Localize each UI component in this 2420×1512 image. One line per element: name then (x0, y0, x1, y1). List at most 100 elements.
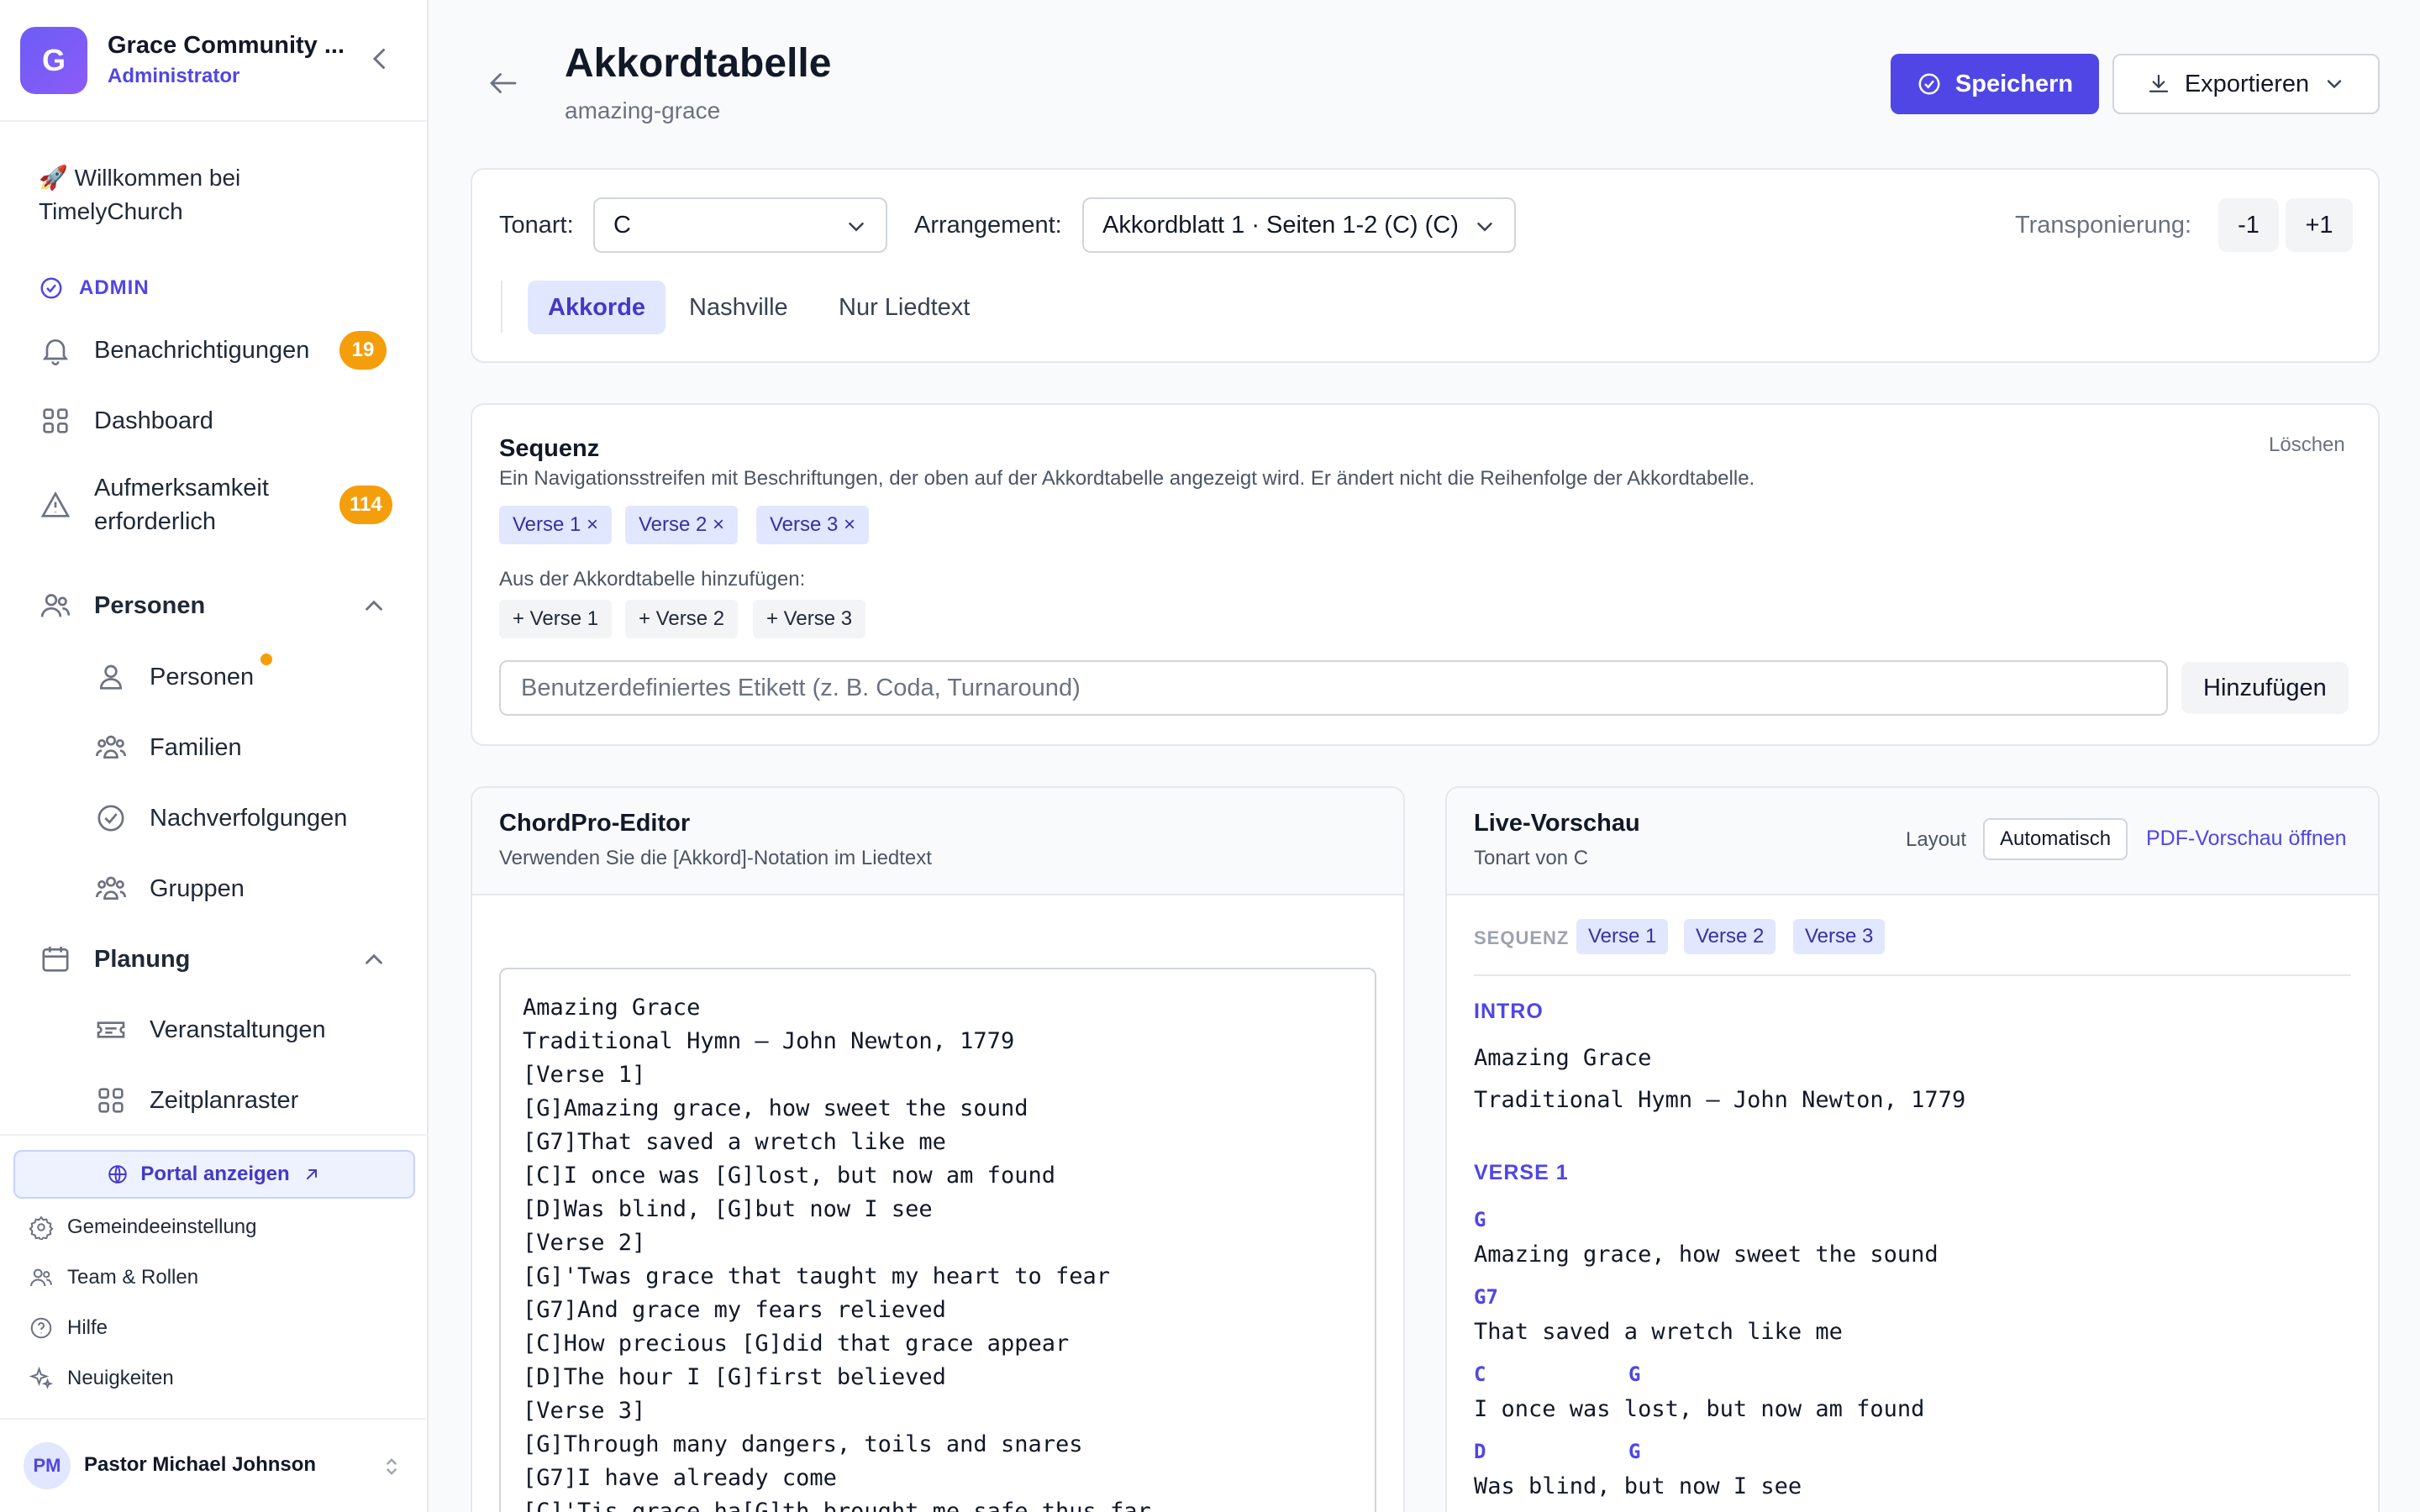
chord-label: G (1628, 1362, 1641, 1386)
check-circle-icon (97, 805, 124, 832)
users-icon (30, 1268, 52, 1287)
portal-button[interactable]: Portal anzeigen (13, 1150, 415, 1199)
tab-nashville[interactable]: Nashville (669, 281, 808, 334)
chevron-down-icon (2327, 80, 2342, 89)
preview-sequence-chip[interactable]: Verse 3 (1793, 919, 1886, 954)
add-custom-label-button[interactable]: Hinzufügen (2181, 662, 2349, 714)
transpose-minus-button[interactable]: -1 (2218, 198, 2279, 252)
preview-lyric-line: I once was lost, but now am found (1474, 1396, 1925, 1422)
add-verse-1-button[interactable]: + Verse 1 (499, 600, 613, 638)
sidebar-item-schedule-grid[interactable]: Zeitplanraster (94, 1084, 298, 1117)
sidebar-item-notifications[interactable]: Benachrichtigungen (39, 333, 309, 367)
family-icon (96, 735, 126, 759)
external-arrow-icon (306, 1169, 317, 1179)
sidebar-item-label: Zeitplanraster (150, 1086, 299, 1114)
gear-icon (29, 1215, 54, 1240)
editor-line: Traditional Hymn — John Newton, 1779 (523, 1028, 1015, 1054)
transpose-plus-button[interactable]: +1 (2286, 198, 2353, 252)
welcome-text: 🚀 Willkommen bei TimelyChurch (39, 165, 241, 224)
sidebar-item-families[interactable]: Familien (94, 731, 242, 764)
chevron-up-down-icon (387, 1458, 397, 1475)
sidebar-item-label: Dashboard (94, 407, 213, 434)
sparkles-icon (29, 1366, 54, 1389)
sequence-title: Sequenz (499, 435, 600, 462)
preview-lyric-line: That saved a wretch like me (1474, 1319, 1843, 1345)
sequence-chip-verse-2[interactable]: Verse 2 × (625, 506, 739, 544)
section-heading-intro: INTRO (1474, 1000, 1544, 1023)
user-menu[interactable]: PM Pastor Michael Johnson (0, 1418, 429, 1512)
custom-label-input[interactable] (499, 660, 2168, 716)
check-circle-icon (1918, 73, 1940, 95)
tab-chords[interactable]: Akkorde (528, 281, 666, 334)
add-verse-3-button[interactable]: + Verse 3 (753, 600, 866, 638)
user-name: Pastor Michael Johnson (84, 1453, 317, 1476)
help-circle-icon (30, 1317, 52, 1339)
editor-line: [G7]That saved a wretch like me (523, 1129, 946, 1155)
editor-subtitle: Verwenden Sie die [Akkord]-Notation im L… (499, 847, 932, 869)
chord-label: G7 (1474, 1285, 1498, 1309)
editor-line: [G]'Twas grace that taught my heart to f… (523, 1263, 1110, 1289)
sidebar-item-followups[interactable]: Nachverfolgungen (94, 801, 347, 835)
sidebar-item-dashboard[interactable]: Dashboard (39, 404, 213, 438)
key-select[interactable]: C (593, 197, 887, 253)
sidebar-item-team-roles[interactable]: Team & Rollen (29, 1265, 198, 1290)
preview-lyric-line: Amazing Grace (1474, 1045, 1652, 1071)
calendar-icon (42, 947, 69, 972)
sequence-chip-verse-1[interactable]: Verse 1 × (499, 506, 613, 544)
sidebar-item-church-settings[interactable]: Gemeindeeinstellung (29, 1215, 256, 1240)
attention-count-badge: 114 (339, 486, 392, 524)
editor-title: ChordPro-Editor (499, 810, 691, 837)
arrangement-select[interactable]: Akkordblatt 1 · Seiten 1-2 (C) (C) (1082, 197, 1516, 253)
globe-icon (108, 1165, 128, 1184)
sidebar-item-groups[interactable]: Gruppen (94, 872, 245, 906)
preview-lyric-line: Traditional Hymn — John Newton, 1779 (1474, 1087, 1966, 1113)
chord-label: D (1474, 1440, 1486, 1463)
sidebar-item-help[interactable]: Hilfe (29, 1315, 108, 1341)
preview-lyric-line: Amazing grace, how sweet the sound (1474, 1242, 1939, 1268)
sidebar-item-persons[interactable]: Personen (94, 660, 254, 694)
arrangement-select-value: Akkordblatt 1 · Seiten 1-2 (C) (C) (1102, 211, 1459, 239)
add-verse-2-button[interactable]: + Verse 2 (625, 600, 739, 638)
user-icon (99, 664, 123, 690)
org-logo[interactable]: G (20, 27, 87, 94)
warning-triangle-icon (40, 491, 71, 517)
editor-line: [D]Was blind, [G]but now I see (523, 1196, 933, 1222)
new-indicator-dot (260, 654, 272, 665)
sidebar-item-label: Veranstaltungen (150, 1016, 326, 1043)
preview-sequence-chip[interactable]: Verse 1 (1576, 919, 1669, 954)
org-name[interactable]: Grace Community ... (108, 32, 345, 60)
arrow-left-icon[interactable] (486, 66, 521, 101)
editor-header (472, 788, 1403, 895)
sequence-chip-verse-3[interactable]: Verse 3 × (756, 506, 870, 544)
sidebar-group-people[interactable]: Personen (39, 589, 205, 622)
sidebar-group-planning[interactable]: Planung (39, 942, 190, 976)
section-heading-verse-1: VERSE 1 (1474, 1161, 1569, 1184)
sidebar: G Grace Community ... Administrator 🚀 Wi… (0, 0, 429, 1512)
layout-label: Layout (1906, 828, 1967, 851)
editor-line: Amazing Grace (523, 995, 701, 1021)
sidebar-item-label: Neuigkeiten (67, 1367, 174, 1389)
preview-sequence-chip[interactable]: Verse 2 (1684, 919, 1776, 954)
save-button[interactable]: Speichern (1891, 54, 2099, 114)
sidebar-item-news[interactable]: Neuigkeiten (29, 1366, 174, 1391)
clear-sequence-button[interactable]: Löschen (2269, 433, 2345, 457)
sidebar-item-label: Familien (150, 733, 242, 761)
sidebar-item-label: Hilfe (67, 1316, 108, 1339)
chevron-up-icon[interactable] (360, 945, 388, 974)
pdf-preview-link[interactable]: PDF-Vorschau öffnen (2146, 827, 2347, 851)
chordpro-textarea[interactable]: Amazing Grace Traditional Hymn — John Ne… (499, 968, 1376, 1512)
users-icon (40, 594, 71, 617)
export-button[interactable]: Exportieren (2112, 54, 2380, 114)
chevron-left-icon[interactable] (365, 44, 395, 74)
tab-lyrics-only[interactable]: Nur Liedtext (818, 281, 990, 334)
editor-line: [Verse 1] (523, 1062, 646, 1088)
chevron-down-icon (1477, 223, 1492, 232)
sidebar-item-events[interactable]: Veranstaltungen (94, 1013, 326, 1047)
grid-icon (43, 408, 68, 433)
chevron-up-icon[interactable] (360, 591, 388, 620)
preview-sequence-label: SEQUENZ (1474, 927, 1570, 948)
editor-line: [Verse 2] (523, 1230, 646, 1256)
editor-line: [C]'Tis grace ha[G]th brought me safe th… (523, 1499, 1151, 1512)
sidebar-item-attention[interactable]: Aufmerksamkeit erforderlich (39, 471, 313, 538)
layout-select[interactable]: Automatisch (1983, 818, 2128, 860)
